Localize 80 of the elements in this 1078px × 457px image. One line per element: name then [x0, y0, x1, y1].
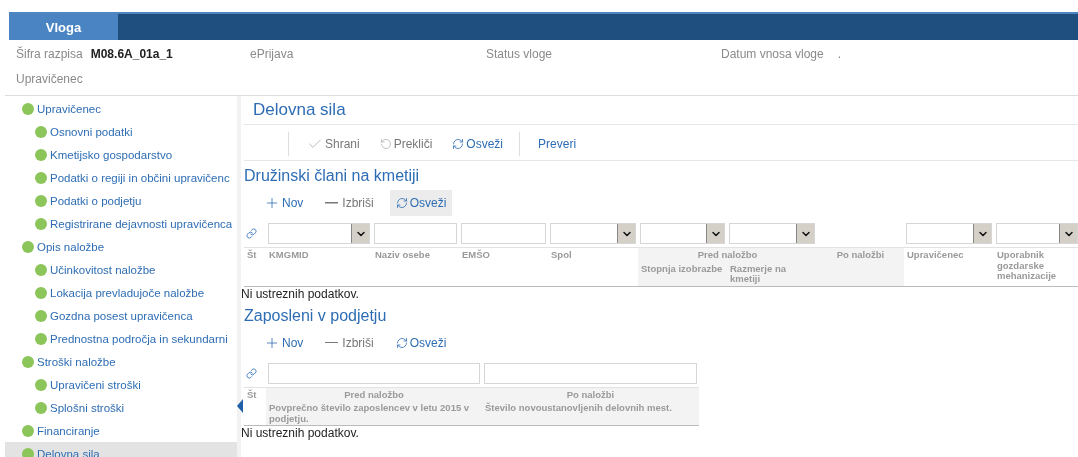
info-value: M08.6A_01a_1	[90, 47, 173, 61]
section-title: Zaposleni v podjetju	[244, 305, 388, 326]
column-header: Št	[247, 249, 257, 260]
nav-item[interactable]: Učinkovitost naložbe	[5, 258, 237, 281]
info-label: Datum vnosa vloge	[721, 47, 824, 61]
minus-icon	[325, 202, 339, 204]
status-dot-icon	[22, 240, 34, 253]
dropdown-field[interactable]	[268, 223, 370, 244]
nav-item[interactable]: Opis naložbe	[5, 235, 237, 258]
column-header: Razmerje na kmetiji	[727, 261, 817, 286]
refresh-icon	[452, 137, 465, 150]
status-dot-icon	[35, 217, 47, 230]
column-header: Št	[247, 388, 257, 400]
nav-item[interactable]: Podatki o podjetju	[5, 189, 237, 212]
dropdown-field[interactable]	[550, 223, 636, 244]
status-dot-icon	[35, 401, 47, 414]
nav-item[interactable]: Gozdna posest upravičenca	[5, 304, 237, 327]
filter-field[interactable]	[268, 362, 480, 384]
minus-icon	[325, 341, 339, 344]
filter-field[interactable]	[374, 223, 457, 244]
refresh-icon	[395, 197, 408, 209]
nav-item[interactable]: Upravičeni stroški	[5, 373, 237, 396]
tab[interactable]: Vloga	[9, 14, 118, 40]
refresh-icon	[395, 336, 408, 349]
nav-item[interactable]: Lokacija prevladujoče naložbe	[5, 281, 237, 304]
delete-button[interactable]: Izbriši	[319, 190, 380, 216]
status-dot-icon	[35, 378, 47, 391]
refresh-button[interactable]: Osveži	[389, 329, 453, 356]
info-label: Upravičenec	[15, 70, 84, 88]
nav-item[interactable]: Delovna sila	[5, 442, 237, 457]
nav-item[interactable]: Podatki o regiji in občini upravičenc	[5, 166, 237, 189]
status-dot-icon	[35, 148, 47, 161]
status-dot-icon	[35, 171, 47, 184]
refresh-button[interactable]: Osveži	[448, 134, 508, 153]
info-label: Šifra razpisa	[16, 47, 83, 61]
page-title: Delovna sila	[244, 96, 1078, 125]
empty-message: Ni ustreznih podatkov.	[241, 426, 360, 440]
column-header: Število novoustanovljenih delovnih mest.	[482, 401, 699, 425]
status-dot-icon	[22, 355, 34, 368]
nav-item[interactable]: Registrirane dejavnosti upravičenca	[5, 212, 237, 235]
column-header: Povprečno število zaposlencev v letu 2015 v podjetju.	[266, 401, 482, 425]
add-button[interactable]: Nov	[258, 329, 310, 356]
info-label: ePrijava	[250, 47, 294, 61]
nav-item[interactable]: Osnovni podatki	[5, 120, 237, 143]
nav-item[interactable]: Stroški naložbe	[5, 350, 237, 373]
info-label: Status vloge	[486, 47, 553, 61]
plus-icon	[264, 195, 280, 211]
dropdown-field[interactable]	[640, 223, 725, 244]
nav-item[interactable]: Kmetijsko gospodarstvo	[5, 143, 237, 166]
add-button[interactable]: Nov	[258, 190, 310, 216]
status-dot-icon	[35, 194, 47, 207]
nav-item[interactable]: Financiranje	[5, 419, 237, 442]
dropdown-field[interactable]	[729, 223, 815, 244]
nav-item[interactable]: Prednostna področja in sekundarni	[5, 327, 237, 350]
delete-button[interactable]: Izbriši	[319, 329, 380, 356]
filter-field[interactable]	[461, 223, 546, 244]
nav-item[interactable]: Splošni stroški	[5, 396, 237, 419]
link-icon[interactable]	[246, 367, 257, 379]
dropdown-field[interactable]	[906, 223, 992, 244]
filter-field[interactable]	[484, 362, 697, 384]
section-title: Družinski člani na kmetiji	[244, 166, 421, 186]
refresh-button[interactable]: Osveži	[389, 190, 453, 216]
empty-message: Ni ustreznih podatkov.	[241, 286, 360, 301]
check-button[interactable]: Preveri	[534, 134, 581, 153]
column-group-header: Pred naložbo	[638, 248, 817, 262]
status-dot-icon	[22, 424, 34, 437]
link-icon[interactable]	[246, 228, 257, 239]
status-dot-icon	[35, 263, 47, 276]
column-header: Stopnja izobrazbe	[638, 261, 727, 286]
nav-item[interactable]: Upravičenec	[5, 97, 237, 120]
column-group-header: Po naložbi	[817, 248, 904, 262]
info-value: .	[837, 47, 842, 61]
status-dot-icon	[35, 309, 47, 322]
status-dot-icon	[35, 125, 47, 138]
status-dot-icon	[35, 286, 47, 299]
dropdown-field[interactable]	[996, 223, 1078, 244]
status-dot-icon	[22, 102, 34, 115]
status-dot-icon	[35, 332, 47, 345]
undo-icon	[379, 137, 392, 150]
status-dot-icon	[22, 447, 34, 457]
